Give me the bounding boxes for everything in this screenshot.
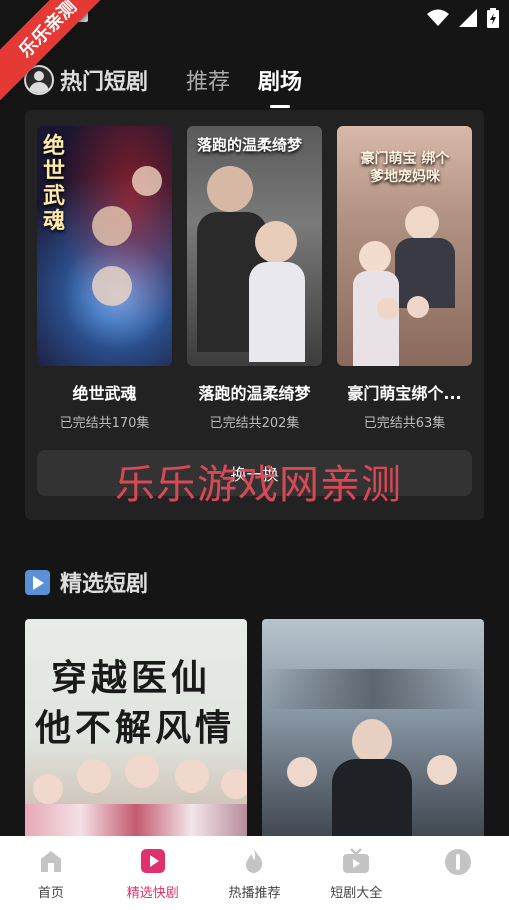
nav-selected-dramas[interactable]: 精选快剧 [102,836,204,910]
profile-icon [445,849,472,875]
drama-episode-status: 已完结共63集 [363,416,446,431]
poster-title-text: 落跑的温柔绮梦 [197,136,303,154]
nav-label: 热播推荐 [228,886,281,901]
tab-recommend[interactable]: 推荐 [186,64,230,96]
selected-section-title: 精选短剧 [60,572,149,597]
flame-icon [246,849,263,873]
drama-title[interactable]: 豪门萌宝绑个... [337,380,472,404]
drama-poster[interactable]: 落跑的温柔绮梦 [187,126,322,366]
bottom-nav: 首页 精选快剧 热播推荐 短剧大全 [0,836,509,910]
home-icon [40,851,61,872]
drama-poster[interactable]: 豪门萌宝 绑个爹地宠妈咪 [337,126,472,366]
drama-title[interactable]: 绝世武魂 [37,380,172,404]
nav-label: 首页 [37,886,64,901]
drama-card[interactable]: 落跑的温柔绮梦 落跑的温柔绮梦 已完结共202集 [187,126,322,431]
nav-profile[interactable] [407,836,509,910]
drama-card[interactable]: 绝世武魂 绝世武魂 已完结共170集 [37,126,172,431]
drama-episode-status: 已完结共202集 [209,416,300,431]
hot-dramas-panel: 绝世武魂 绝世武魂 已完结共170集 落跑的温柔绮梦 落跑的温柔绮梦 已完结共2… [25,110,484,520]
tab-bar: 推荐 剧场 [186,64,302,108]
drama-poster[interactable]: 绝世武魂 [37,126,172,366]
status-icons [427,8,499,28]
tv-icon [343,848,370,873]
wifi-icon [427,9,449,26]
hot-dramas-title: 热门短剧 [24,64,148,96]
featured-poster[interactable]: 穿越医仙 他不解风情 [25,619,247,839]
play-icon [25,569,50,595]
drama-episode-status: 已完结共170集 [59,416,150,431]
battery-icon [487,8,499,28]
signal-icon [459,9,477,27]
poster-title-text: 绝世武魂 [43,133,66,234]
tab-theater[interactable]: 剧场 [258,64,302,108]
nav-home[interactable]: 首页 [0,836,102,910]
nav-hot-recommend[interactable]: 热播推荐 [204,836,306,910]
top-header: 热门短剧 推荐 剧场 [24,56,509,108]
nav-label: 精选快剧 [126,886,179,901]
poster-title-text: 豪门萌宝 绑个爹地宠妈咪 [360,151,450,185]
play-icon [140,849,165,873]
selected-section-header: 精选短剧 [25,566,148,598]
nav-all-dramas[interactable]: 短剧大全 [305,836,407,910]
poster-title-line1: 穿越医仙 [51,657,212,699]
drama-card[interactable]: 豪门萌宝 绑个爹地宠妈咪 豪门萌宝绑个... 已完结共63集 [337,126,472,431]
poster-title-line2: 他不解风情 [35,707,236,749]
nav-label: 短剧大全 [330,886,383,901]
drama-title[interactable]: 落跑的温柔绮梦 [187,380,322,404]
featured-poster[interactable] [262,619,484,839]
hot-dramas-label: 热门短剧 [60,70,149,95]
watermark-text: 乐乐游戏网亲测 [115,462,402,508]
